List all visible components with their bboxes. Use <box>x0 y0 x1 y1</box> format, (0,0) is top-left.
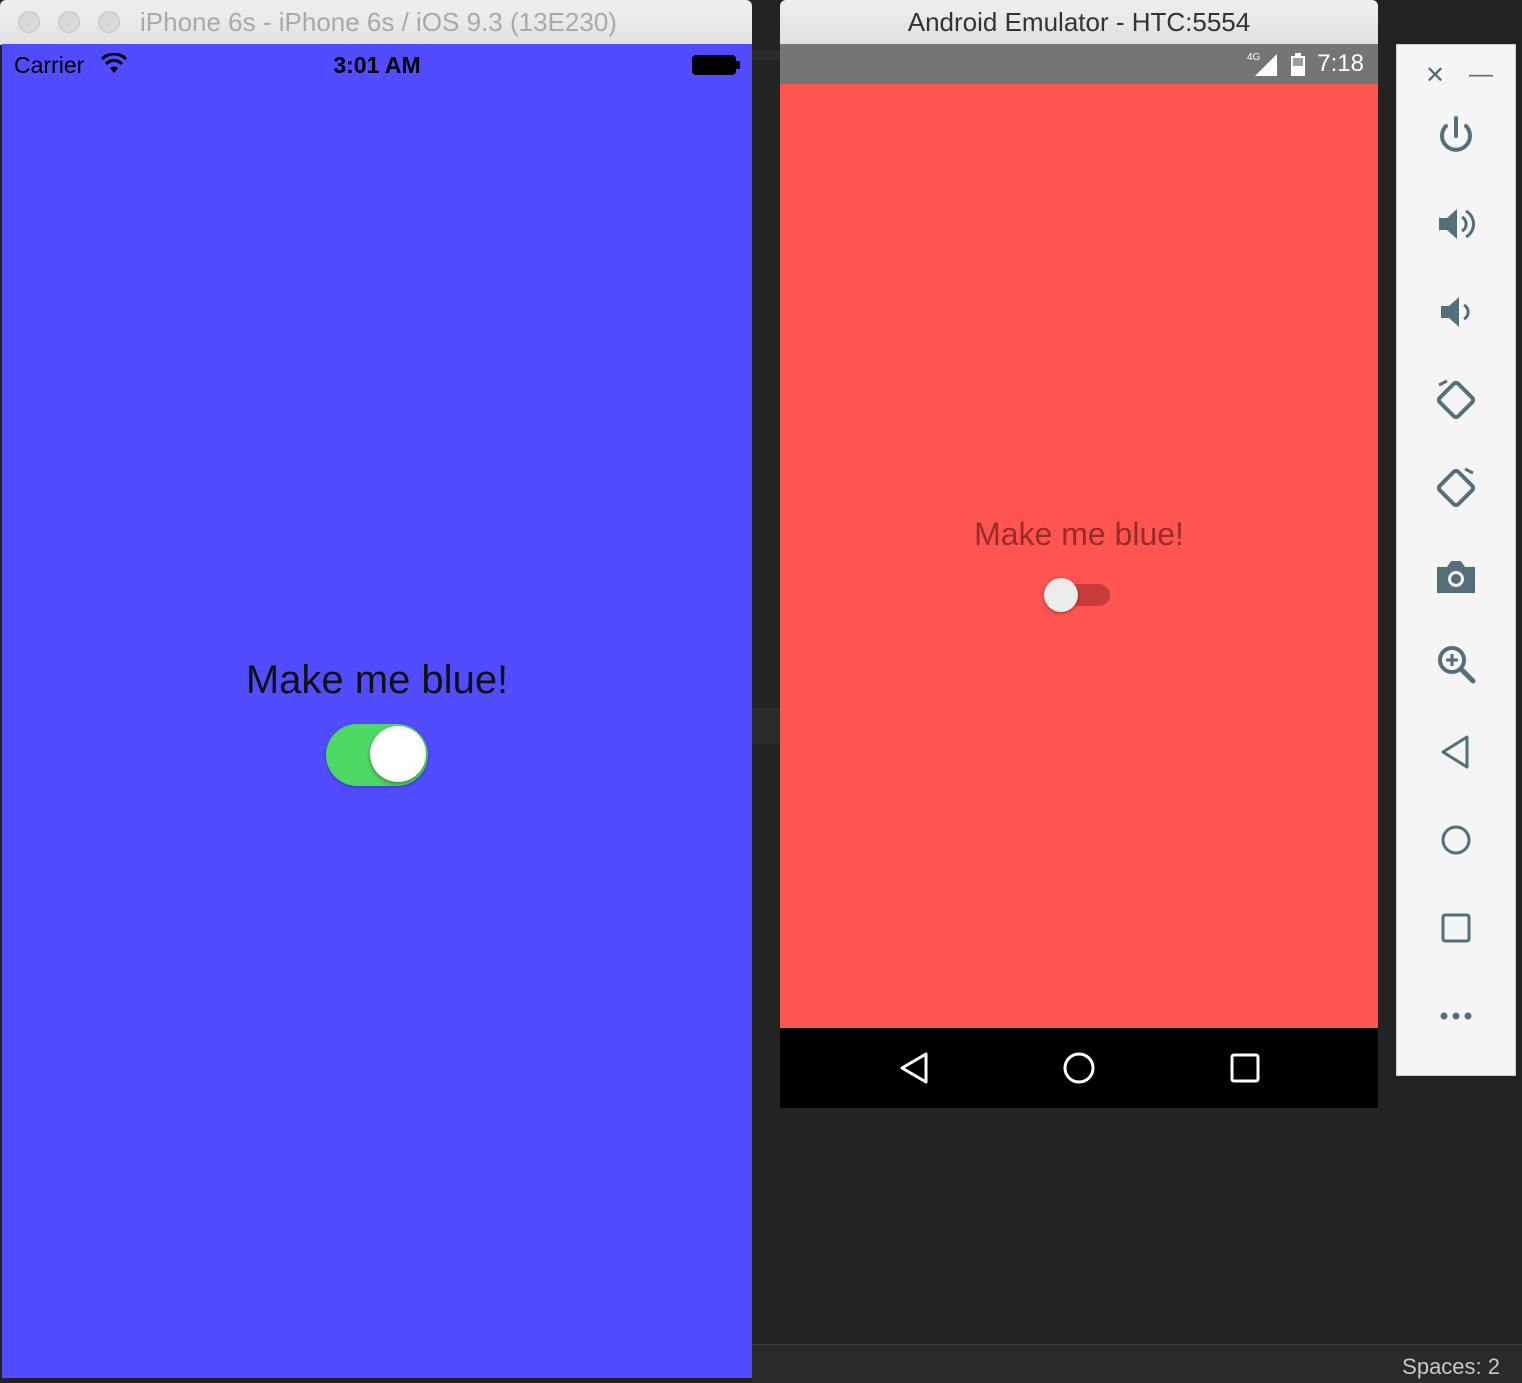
ios-window-title: iPhone 6s - iPhone 6s / iOS 9.3 (13E230) <box>140 7 617 37</box>
android-emulator-window: Android Emulator - HTC:5554 4G 7:18 Make… <box>780 0 1378 1108</box>
ios-screen[interactable]: Carrier 3:01 AM Make me blue! <box>2 44 752 1378</box>
zoom-window-button[interactable] <box>98 11 120 33</box>
minimize-window-button[interactable] <box>58 11 80 33</box>
back-icon[interactable] <box>1433 729 1479 775</box>
make-me-blue-label: Make me blue! <box>245 658 509 702</box>
home-icon[interactable] <box>1433 817 1479 863</box>
zoom-icon[interactable] <box>1433 641 1479 687</box>
svg-text:4G: 4G <box>1247 52 1261 63</box>
close-window-button[interactable] <box>18 11 40 33</box>
volume-up-icon[interactable] <box>1433 201 1479 247</box>
android-screen[interactable]: Make me blue! <box>780 84 1378 1028</box>
indentation-spaces[interactable]: Spaces: 2 <box>1402 1354 1500 1380</box>
power-icon[interactable] <box>1433 113 1479 159</box>
cell-signal-icon: 4G <box>1247 50 1279 78</box>
android-nav-bar <box>780 1028 1378 1108</box>
volume-down-icon[interactable] <box>1433 289 1479 335</box>
overview-nav-icon[interactable] <box>1227 1050 1263 1086</box>
ios-simulator-window: iPhone 6s - iPhone 6s / iOS 9.3 (13E230)… <box>0 0 752 1382</box>
rotate-right-icon[interactable] <box>1433 465 1479 511</box>
android-clock: 7:18 <box>1317 50 1364 77</box>
battery-icon <box>692 55 740 75</box>
android-titlebar: Android Emulator - HTC:5554 <box>780 0 1378 44</box>
make-me-blue-label: Make me blue! <box>974 516 1184 552</box>
minimize-icon[interactable]: — <box>1469 61 1493 89</box>
color-toggle-switch[interactable] <box>1044 578 1078 612</box>
color-toggle-switch[interactable] <box>326 724 428 786</box>
ide-status-bar: Spaces: 2 <box>752 1344 1522 1383</box>
more-icon[interactable] <box>1433 993 1479 1039</box>
back-nav-icon[interactable] <box>896 1050 932 1086</box>
rotate-left-icon[interactable] <box>1433 377 1479 423</box>
editor-strip <box>752 708 780 744</box>
home-nav-icon[interactable] <box>1061 1050 1097 1086</box>
switch-knob <box>370 726 426 782</box>
ios-status-bar: Carrier 3:01 AM <box>2 44 752 84</box>
ios-titlebar: iPhone 6s - iPhone 6s / iOS 9.3 (13E230) <box>0 0 752 45</box>
ios-clock: 3:01 AM <box>333 52 421 78</box>
overview-icon[interactable] <box>1433 905 1479 951</box>
emulator-toolbar: ✕ — <box>1396 44 1516 1076</box>
android-window-title: Android Emulator - HTC:5554 <box>907 7 1251 37</box>
android-status-bar: 4G 7:18 <box>780 44 1378 84</box>
camera-icon[interactable] <box>1433 553 1479 599</box>
close-icon[interactable]: ✕ <box>1425 61 1445 90</box>
editor-strip <box>752 50 780 60</box>
battery-icon <box>1290 53 1306 77</box>
